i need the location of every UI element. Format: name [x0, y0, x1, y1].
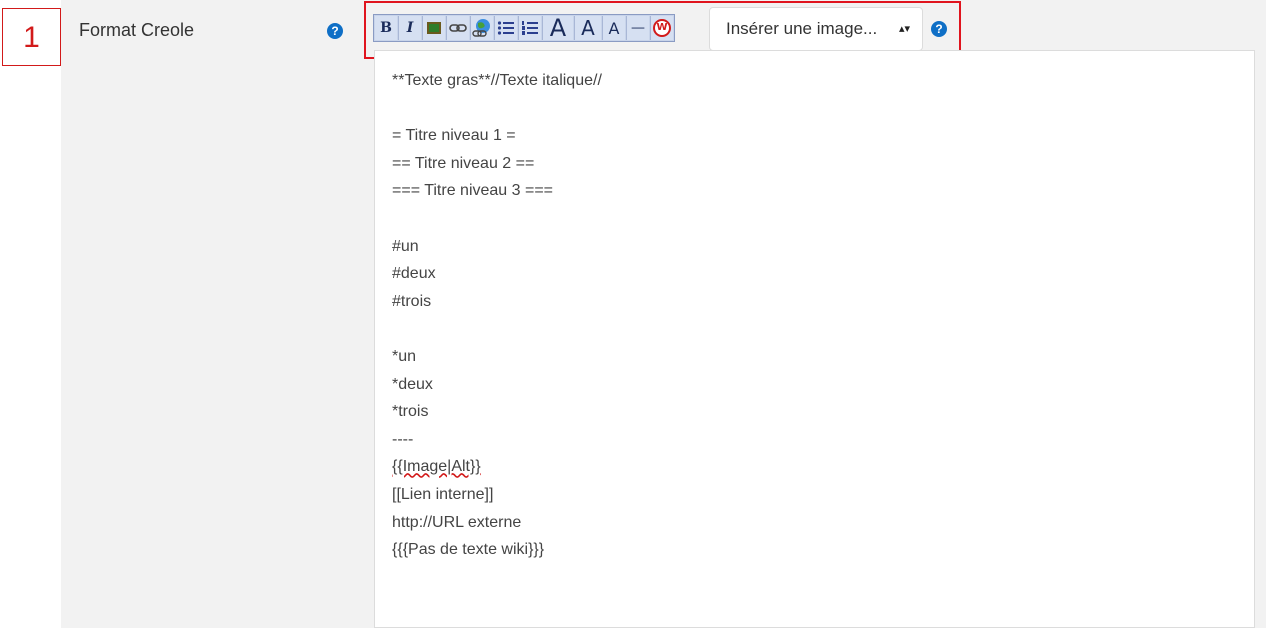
- image-button[interactable]: [422, 16, 445, 40]
- heading1-button[interactable]: A: [542, 14, 573, 42]
- toolbar-help-icon[interactable]: ?: [931, 21, 947, 37]
- external-link-button[interactable]: [470, 16, 493, 40]
- editor-line: {{{Pas de texte wiki}}}: [392, 541, 545, 559]
- insert-image-value: Insérer une image...: [726, 19, 878, 38]
- editor-line: *deux: [392, 375, 433, 393]
- select-caret-icon: ▴▾: [898, 23, 910, 35]
- nowiki-icon: W: [653, 19, 671, 37]
- bold-button[interactable]: B: [375, 16, 397, 40]
- link-icon: [449, 24, 467, 32]
- editor-line: {{Image|Alt}}: [392, 458, 481, 476]
- heading3-button[interactable]: A: [602, 16, 625, 40]
- editor-line: *trois: [392, 403, 429, 421]
- horizontal-rule-button[interactable]: —: [626, 16, 649, 40]
- editor-line: #trois: [392, 292, 432, 310]
- wiki-text-editor[interactable]: **Texte gras**//Texte italique// = Titre…: [374, 50, 1255, 628]
- editor-line: === Titre niveau 3 ===: [392, 182, 554, 200]
- bullet-list-button[interactable]: [494, 16, 517, 40]
- numbered-list-icon: [522, 21, 538, 35]
- bullet-list-icon: [497, 21, 514, 35]
- heading2-button[interactable]: A: [574, 16, 601, 40]
- globe-link-icon: [472, 19, 490, 37]
- nowiki-button[interactable]: W: [650, 16, 673, 40]
- numbered-list-button[interactable]: [518, 16, 541, 40]
- editor-line: = Titre niveau 1 =: [392, 127, 516, 145]
- editor-line: == Titre niveau 2 ==: [392, 154, 535, 172]
- insert-image-select[interactable]: Insérer une image... ▴▾: [709, 7, 923, 51]
- image-icon: [427, 22, 441, 34]
- editor-line: **Texte gras**//Texte italique//: [392, 72, 602, 89]
- creole-toolbar: B I A A A — W: [373, 14, 675, 42]
- editor-line: *un: [392, 347, 417, 365]
- editor-line: http://URL externe: [392, 513, 522, 531]
- field-label: Format Creole: [79, 20, 195, 40]
- editor-line: #deux: [392, 265, 436, 283]
- italic-button[interactable]: I: [398, 16, 421, 40]
- editor-line: #un: [392, 237, 419, 255]
- help-icon[interactable]: ?: [327, 23, 343, 39]
- internal-link-button[interactable]: [446, 16, 469, 40]
- editor-line: ----: [392, 430, 414, 448]
- editor-line: [[Lien interne]]: [392, 485, 494, 503]
- step-marker: 1: [2, 8, 61, 66]
